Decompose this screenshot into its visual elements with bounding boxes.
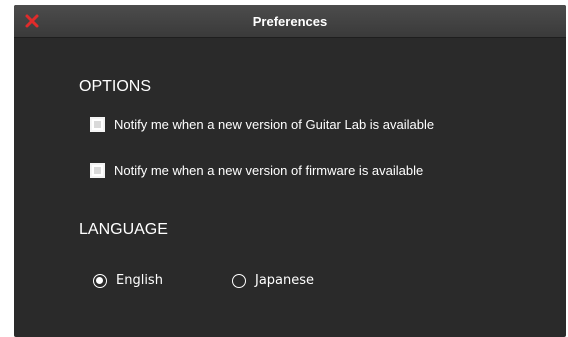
japanese-radio[interactable] [232,273,246,288]
notify-firmware-option[interactable]: Notify me when a new version of firmware… [90,163,423,178]
language-option-japanese[interactable]: Japanese [232,273,314,288]
language-heading: LANGUAGE [79,221,168,238]
notify-firmware-checkbox[interactable] [90,163,105,178]
notify-firmware-label: Notify me when a new version of firmware… [114,163,424,178]
language-option-english[interactable]: English [93,273,163,288]
options-heading: OPTIONS [79,78,152,95]
notify-guitar-lab-option[interactable]: Notify me when a new version of Guitar L… [90,117,434,132]
english-radio[interactable] [93,273,107,288]
notify-guitar-lab-label: Notify me when a new version of Guitar L… [114,117,435,132]
japanese-label: Japanese [255,273,315,288]
window-title: Preferences [252,14,328,29]
notify-guitar-lab-checkbox[interactable] [90,117,105,132]
title-bar: Preferences [14,5,566,38]
english-label: English [116,273,163,288]
preferences-window: Preferences OPTIONS Notify me when a new… [14,5,566,337]
